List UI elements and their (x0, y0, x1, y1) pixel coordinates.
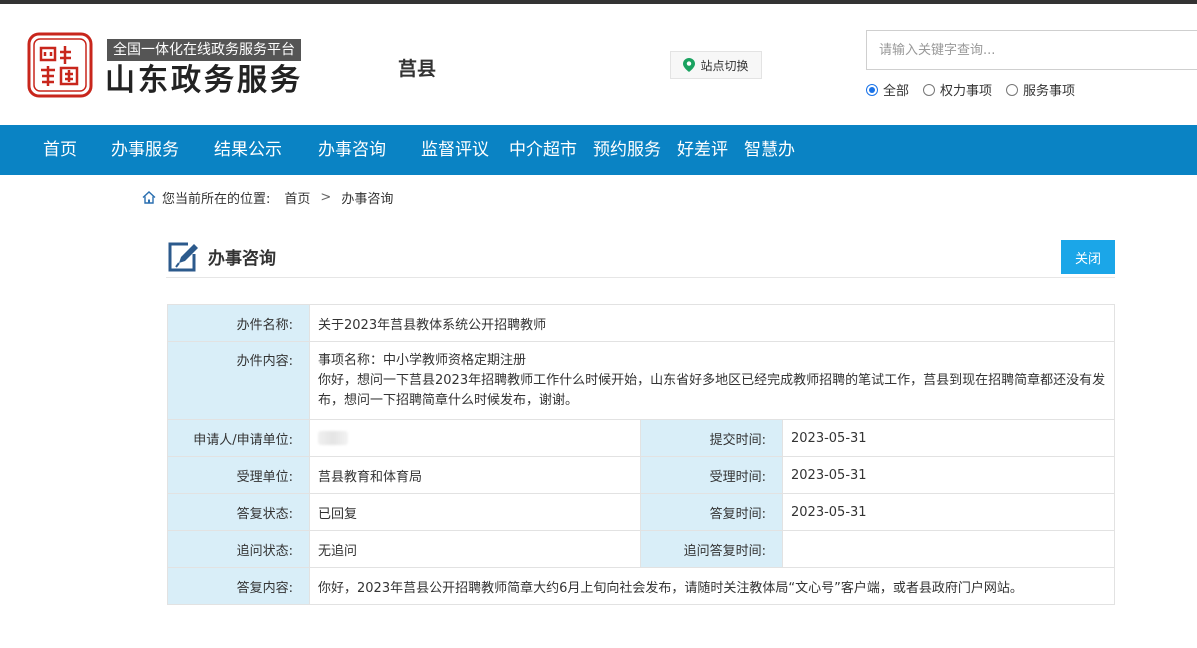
nav-item-agency-market[interactable]: 中介超市 (509, 125, 577, 175)
site-header: 全国一体化在线政务服务平台 山东政务服务 莒县 站点切换 全部 权力事项 服务事… (0, 4, 1197, 125)
nav-item-booking[interactable]: 预约服务 (593, 125, 661, 175)
scope-service-label: 服务事项 (1023, 84, 1076, 99)
scope-all-radio[interactable]: 全部 (866, 80, 909, 99)
reply-time-value: 2023-05-31 (782, 493, 1115, 531)
applicant-value (309, 419, 641, 457)
submit-time-label: 提交时间: (640, 419, 783, 457)
scope-power-label: 权力事项 (940, 84, 993, 99)
platform-label: 全国一体化在线政务服务平台 (107, 39, 301, 61)
search-box (866, 30, 1197, 70)
table-row: 申请人/申请单位: 提交时间: 2023-05-31 (167, 419, 1115, 457)
scope-all-label: 全部 (883, 84, 910, 99)
accept-time-label: 受理时间: (640, 456, 783, 494)
china-seal-icon (27, 32, 93, 98)
scope-power-radio[interactable]: 权力事项 (923, 80, 992, 99)
reply-status-label: 答复状态: (167, 493, 310, 531)
map-pin-icon (683, 58, 696, 72)
radio-unchecked-icon (1006, 83, 1019, 96)
nav-item-results[interactable]: 结果公示 (214, 125, 282, 175)
breadcrumb-home[interactable]: 首页 (284, 188, 310, 207)
accept-unit-value: 莒县教育和体育局 (309, 456, 641, 494)
home-icon (142, 191, 156, 204)
reply-content-value: 你好，2023年莒县公开招聘教师简章大约6月上旬向社会发布，请随时关注教体局“文… (309, 567, 1115, 605)
nav-item-smart[interactable]: 智慧办 (744, 125, 795, 175)
site-switch-button[interactable]: 站点切换 (670, 51, 762, 79)
radio-checked-icon (866, 83, 878, 96)
followup-status-label: 追问状态: (167, 530, 310, 568)
region-name: 莒县 (398, 58, 437, 80)
nav-item-services[interactable]: 办事服务 (111, 125, 179, 175)
nav-item-rating[interactable]: 好差评 (677, 125, 728, 175)
nav-item-supervision[interactable]: 监督评议 (421, 125, 489, 175)
case-content-label: 办件内容: (167, 341, 310, 420)
reply-content-label: 答复内容: (167, 567, 310, 605)
nav-item-consult[interactable]: 办事咨询 (318, 125, 386, 175)
section-title: 办事咨询 (208, 249, 276, 269)
breadcrumb-separator: > (320, 190, 332, 205)
case-content-value: 事项名称：中小学教师资格定期注册 你好，想问一下莒县2023年招聘教师工作什么时… (309, 341, 1115, 420)
case-name-value: 关于2023年莒县教体系统公开招聘教师 (309, 304, 1115, 342)
search-scope-group: 全部 权力事项 服务事项 (866, 80, 1075, 99)
site-switch-label: 站点切换 (700, 58, 749, 73)
followup-reply-time-label: 追问答复时间: (640, 530, 783, 568)
brand-name[interactable]: 山东政务服务 (105, 61, 303, 101)
table-row: 办件内容: 事项名称：中小学教师资格定期注册 你好，想问一下莒县2023年招聘教… (167, 341, 1115, 420)
applicant-label: 申请人/申请单位: (167, 419, 310, 457)
close-button[interactable]: 关闭 (1061, 240, 1115, 274)
table-row: 答复内容: 你好，2023年莒县公开招聘教师简章大约6月上旬向社会发布，请随时关… (167, 567, 1115, 605)
main-nav: 首页 办事服务 结果公示 办事咨询 监督评议 中介超市 预约服务 好差评 智慧办 (0, 125, 1197, 175)
nav-item-home[interactable]: 首页 (43, 125, 77, 175)
case-content-question: 你好，想问一下莒县2023年招聘教师工作什么时候开始，山东省好多地区已经完成教师… (318, 372, 1106, 408)
followup-reply-time-value (782, 530, 1115, 568)
breadcrumb-prefix: 您当前所在的位置: (162, 192, 271, 207)
edit-document-icon (168, 242, 198, 272)
redacted-applicant (318, 431, 348, 445)
case-content-item-name: 事项名称：中小学教师资格定期注册 (318, 352, 527, 368)
breadcrumb-current[interactable]: 办事咨询 (341, 188, 393, 207)
submit-time-value: 2023-05-31 (782, 419, 1115, 457)
breadcrumb: 您当前所在的位置: 首页 > 办事咨询 (142, 188, 393, 207)
table-row: 办件名称: 关于2023年莒县教体系统公开招聘教师 (167, 304, 1115, 342)
consultation-detail-table: 办件名称: 关于2023年莒县教体系统公开招聘教师 办件内容: 事项名称：中小学… (167, 304, 1115, 605)
scope-service-radio[interactable]: 服务事项 (1006, 80, 1075, 99)
table-row: 受理单位: 莒县教育和体育局 受理时间: 2023-05-31 (167, 456, 1115, 494)
table-row: 答复状态: 已回复 答复时间: 2023-05-31 (167, 493, 1115, 531)
reply-time-label: 答复时间: (640, 493, 783, 531)
followup-status-value: 无追问 (309, 530, 641, 568)
section-header: 办事咨询 关闭 (166, 238, 1115, 278)
table-row: 追问状态: 无追问 追问答复时间: (167, 530, 1115, 568)
accept-time-value: 2023-05-31 (782, 456, 1115, 494)
radio-unchecked-icon (923, 83, 936, 96)
reply-status-value: 已回复 (309, 493, 641, 531)
accept-unit-label: 受理单位: (167, 456, 310, 494)
search-input[interactable] (867, 31, 1197, 69)
case-name-label: 办件名称: (167, 304, 310, 342)
